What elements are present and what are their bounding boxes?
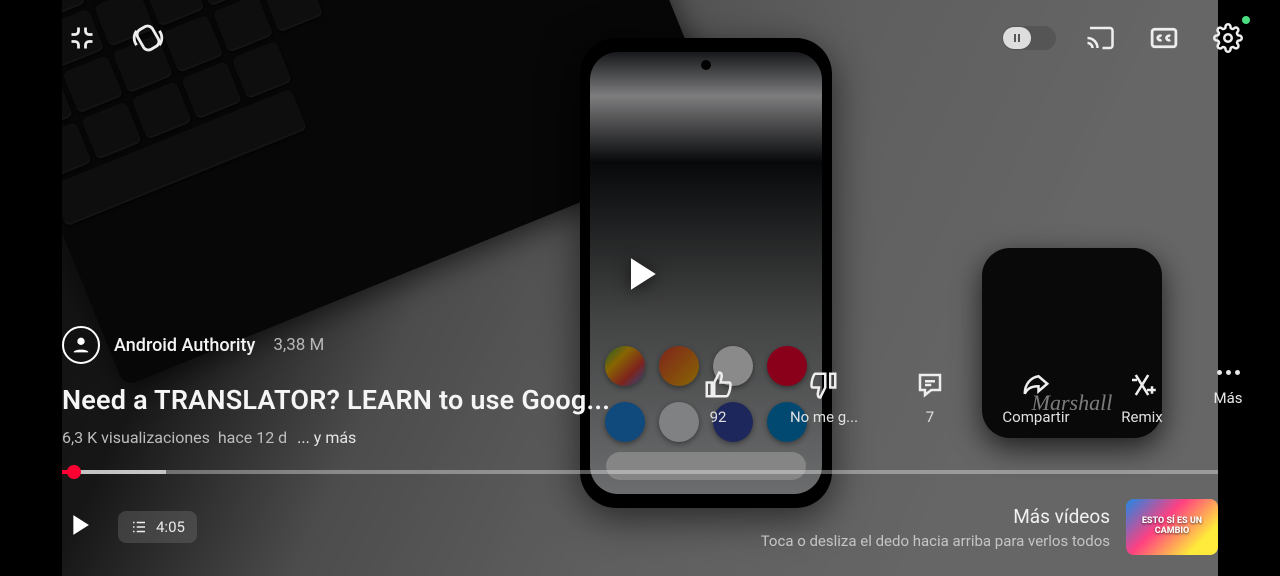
settings-notification-dot xyxy=(1242,16,1250,24)
rotate-icon[interactable] xyxy=(128,18,168,58)
more-label: Más xyxy=(1214,389,1243,407)
channel-avatar[interactable] xyxy=(62,326,100,364)
more-videos-panel[interactable]: Más vídeos Toca o desliza el dedo hacia … xyxy=(761,499,1218,555)
video-title[interactable]: Need a TRANSLATOR? LEARN to use Goog... xyxy=(62,384,740,416)
dislike-button[interactable]: No me g... xyxy=(784,370,864,426)
description-more[interactable]: ... y más xyxy=(297,428,356,447)
dislike-label: No me g... xyxy=(790,408,858,426)
chapter-time: 4:05 xyxy=(156,518,185,536)
like-button[interactable]: 92 xyxy=(678,370,758,426)
bottom-controls: 4:05 Más vídeos Toca o desliza el dedo h… xyxy=(62,498,1218,556)
next-thumb-text: ESTO SÍ ES UN CAMBIO xyxy=(1126,517,1218,537)
like-count: 92 xyxy=(710,408,727,426)
pillarbox-right xyxy=(1218,0,1280,576)
remix-button[interactable]: Remix xyxy=(1102,370,1182,426)
progress-thumb[interactable] xyxy=(67,465,81,479)
center-play-button[interactable] xyxy=(613,247,667,305)
chapters-icon xyxy=(130,518,148,536)
more-actions-button[interactable]: Más xyxy=(1208,370,1248,407)
channel-name[interactable]: Android Authority xyxy=(114,335,255,356)
view-count: 6,3 K visualizaciones xyxy=(62,428,210,447)
pause-icon xyxy=(1003,27,1031,49)
pillarbox-left xyxy=(0,0,62,576)
comments-count: 7 xyxy=(926,408,934,426)
autoplay-toggle[interactable] xyxy=(1002,26,1056,50)
more-icon xyxy=(1217,370,1240,375)
captions-icon[interactable] xyxy=(1144,18,1184,58)
settings-icon[interactable] xyxy=(1208,18,1248,58)
top-bar xyxy=(62,16,1248,60)
play-button[interactable] xyxy=(62,508,96,546)
chapter-chip[interactable]: 4:05 xyxy=(118,511,197,543)
next-video-thumbnail[interactable]: ESTO SÍ ES UN CAMBIO xyxy=(1126,499,1218,555)
video-stats[interactable]: 6,3 K visualizaciones hace 12 d ... y má… xyxy=(62,428,740,447)
upload-age: hace 12 d xyxy=(218,428,287,447)
exit-fullscreen-icon[interactable] xyxy=(62,18,102,58)
share-button[interactable]: Compartir xyxy=(996,370,1076,426)
cast-icon[interactable] xyxy=(1080,18,1120,58)
more-videos-title: Más vídeos xyxy=(761,505,1110,528)
remix-label: Remix xyxy=(1121,408,1162,426)
channel-row[interactable]: Android Authority 3,38 M xyxy=(62,326,740,364)
channel-subs: 3,38 M xyxy=(273,335,324,355)
action-row: 92 No me g... 7 Compartir Remix Más xyxy=(678,370,1248,426)
share-label: Compartir xyxy=(1002,408,1069,426)
comments-button[interactable]: 7 xyxy=(890,370,970,426)
more-videos-hint: Toca o desliza el dedo hacia arriba para… xyxy=(761,532,1110,550)
progress-bar[interactable] xyxy=(62,470,1218,474)
video-meta: Android Authority 3,38 M Need a TRANSLAT… xyxy=(62,326,740,447)
